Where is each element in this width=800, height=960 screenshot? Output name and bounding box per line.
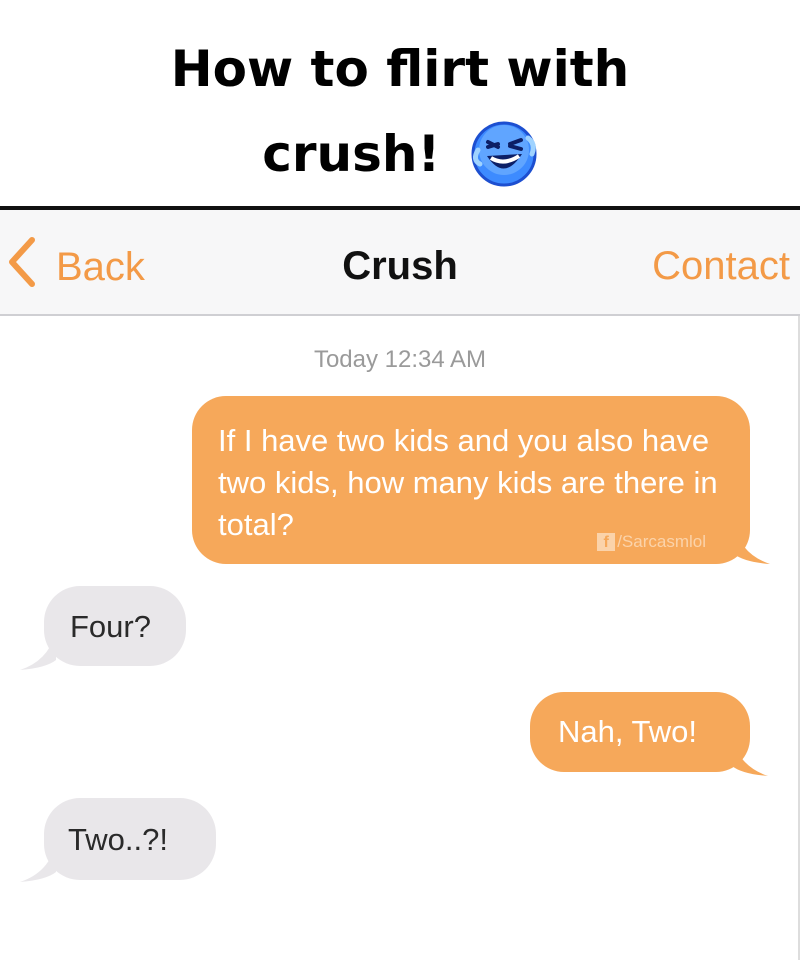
bubble-tail-outgoing [732,736,768,776]
facebook-icon: f [597,533,616,551]
bubble-tail-incoming [20,842,56,882]
watermark: f/Sarcasmlol [597,532,706,552]
bubble-tail-incoming [20,630,56,670]
message-bubble-incoming: Two..?! [44,798,216,880]
message-timestamp: Today 12:34 AM [313,346,487,373]
bubble-tail-outgoing [734,524,770,564]
meme-title-line-1: How to flirt with [170,40,630,98]
message-bubble-incoming: Four? [44,586,186,666]
message-text: Nah, Two! [558,714,698,749]
message-text: Four? [70,609,151,644]
chat-navbar: Back Crush Contact [0,210,800,316]
laughing-emoji-icon [470,120,538,188]
message-bubble-outgoing: If I have two kids and you also have two… [192,396,750,564]
watermark-text: /Sarcasmlol [617,532,706,551]
message-text: Two..?! [68,822,168,857]
meme-title-line-2: crush! [0,120,800,188]
meme-header: How to flirt with crush! [0,0,800,206]
message-bubble-outgoing: Nah, Two! [530,692,750,772]
message-text: If I have two kids and you also have two… [218,423,718,542]
message-thread[interactable]: Today 12:34 AM If I have two kids and yo… [0,316,800,960]
meme-title-line-2-text: crush! [262,125,441,183]
contact-button[interactable]: Contact [652,244,790,289]
